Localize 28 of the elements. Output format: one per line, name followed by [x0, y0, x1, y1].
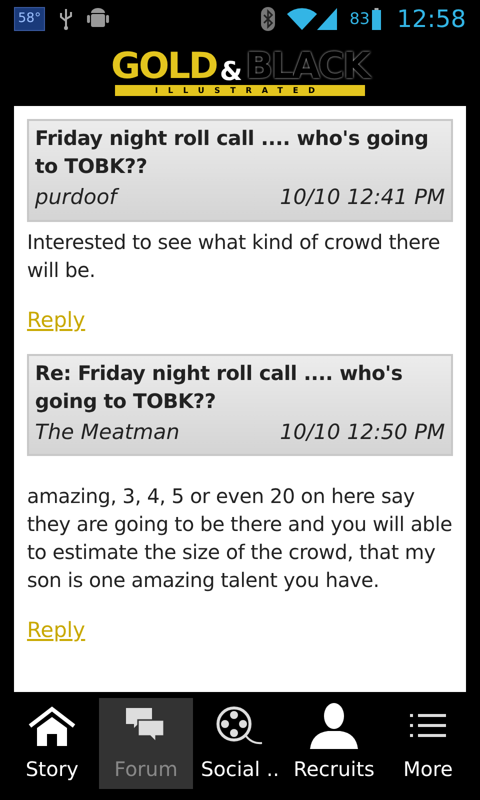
nav-tab[interactable]: Social .. — [193, 698, 287, 789]
nav-tab[interactable]: Recruits — [287, 698, 381, 789]
post-title: Friday night roll call .... who's going to TOBK?? — [35, 125, 430, 180]
battery-icon — [372, 8, 381, 30]
person-icon — [310, 703, 358, 749]
logo-subtitle: ILLUSTRATED — [115, 84, 365, 96]
signal-icon — [317, 8, 338, 30]
post-title: Re: Friday night roll call .... who's going to TOBK?? — [35, 360, 404, 414]
bluetooth-icon — [261, 7, 276, 31]
clock: 12:58 — [396, 4, 466, 35]
home-icon — [27, 706, 77, 746]
logo-text: BLACK — [242, 48, 372, 84]
temperature-indicator: 58° — [14, 7, 46, 31]
post-body: amazing, 3, 4, 5 or even 20 on here say they are going to be there and you will able to estimate the size of the crowd, that my son is one amazing talent you have. — [27, 483, 453, 594]
post-date: 10/10 12:41 PM — [280, 184, 445, 211]
logo-text: GOLD — [110, 48, 218, 84]
battery-level: 83 — [349, 8, 370, 30]
nav-tab[interactable]: Forum — [99, 698, 193, 789]
film-reel-icon — [216, 706, 264, 746]
post-body: Interested to see what kind of crowd there will be. — [27, 228, 441, 284]
post-author: The Meatman — [35, 418, 180, 446]
nav-tab[interactable]: Story — [5, 698, 99, 789]
post-author: purdoof — [35, 182, 117, 214]
logo-text: & — [220, 58, 242, 84]
post-date: 10/10 12:50 PM — [280, 418, 445, 446]
list-icon — [410, 712, 446, 740]
wifi-icon — [287, 8, 318, 30]
nav-tab[interactable]: More — [381, 698, 475, 789]
